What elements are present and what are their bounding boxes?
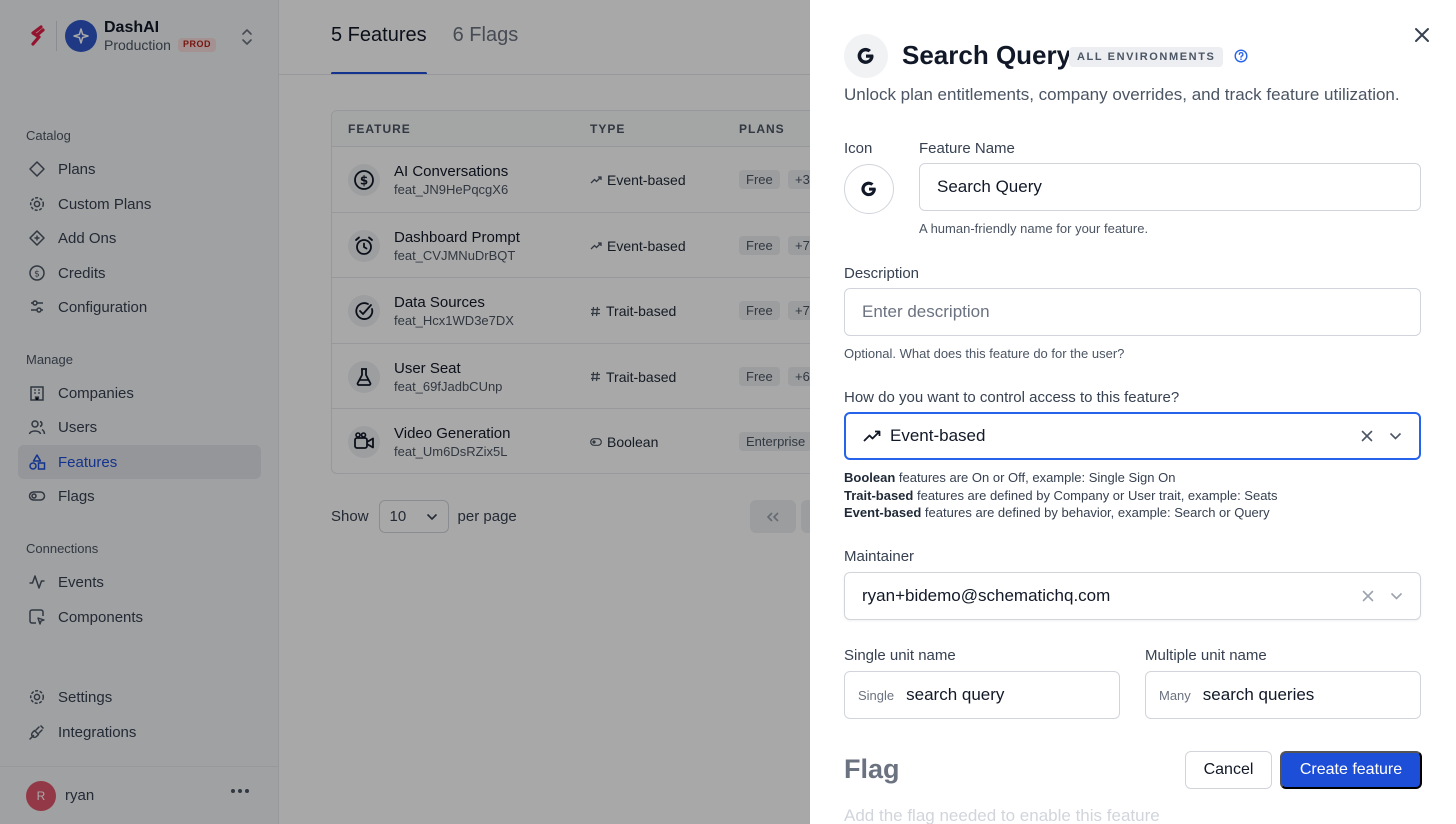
single-unit-input[interactable]: Single — [844, 671, 1120, 719]
description-input[interactable] — [844, 288, 1421, 336]
single-unit-label: Single unit name — [844, 647, 956, 664]
description-hint: Optional. What does this feature do for … — [844, 346, 1125, 361]
feature-name-hint: A human-friendly name for your feature. — [919, 221, 1149, 236]
access-control-label: How do you want to control access to thi… — [844, 389, 1180, 406]
chevron-down-icon[interactable] — [1390, 592, 1403, 600]
help-circle-icon[interactable] — [1234, 49, 1248, 68]
feature-name-text[interactable] — [937, 177, 1403, 197]
cancel-button[interactable]: Cancel — [1185, 751, 1272, 789]
modal-backdrop[interactable] — [0, 0, 810, 824]
feature-name-label: Feature Name — [919, 140, 1015, 157]
trend-up-icon — [863, 430, 881, 442]
clear-icon[interactable] — [1361, 430, 1373, 442]
legend-trait-based: Trait-based features are defined by Comp… — [844, 487, 1278, 503]
create-feature-drawer: Search Query ALL ENVIRONMENTS Unlock pla… — [810, 0, 1456, 824]
flag-section-title: Flag — [844, 754, 900, 784]
multiple-unit-label: Multiple unit name — [1145, 647, 1267, 664]
maintainer-select[interactable]: ryan+bidemo@schematichq.com — [844, 572, 1421, 620]
google-icon — [861, 181, 876, 197]
chevron-down-icon[interactable] — [1389, 432, 1402, 440]
single-unit-text[interactable] — [906, 685, 1102, 705]
drawer-subtitle: Unlock plan entitlements, company overri… — [844, 85, 1400, 104]
flag-section-hint: Add the flag needed to enable this featu… — [844, 806, 1160, 824]
multiple-unit-text[interactable] — [1202, 685, 1403, 705]
google-icon — [844, 34, 888, 78]
clear-icon[interactable] — [1362, 590, 1374, 602]
create-feature-button[interactable]: Create feature — [1280, 751, 1422, 789]
feature-type-value: Event-based — [890, 426, 986, 445]
environment-scope-badge: ALL ENVIRONMENTS — [1069, 47, 1224, 67]
maintainer-label: Maintainer — [844, 548, 915, 565]
multiple-unit-prefix: Many — [1159, 687, 1191, 703]
multiple-unit-input[interactable]: Many — [1145, 671, 1421, 719]
icon-label: Icon — [844, 140, 873, 157]
legend-boolean: Boolean features are On or Off, example:… — [844, 470, 1176, 485]
drawer-title: Search Query — [902, 40, 1072, 70]
feature-type-legend: Boolean features are On or Off, example:… — [844, 469, 1278, 522]
description-text[interactable] — [862, 302, 1403, 322]
single-unit-prefix: Single — [858, 687, 895, 703]
close-icon[interactable] — [1412, 25, 1432, 45]
legend-event-based: Event-based features are defined by beha… — [844, 505, 1270, 520]
description-label: Description — [844, 265, 920, 282]
maintainer-value: ryan+bidemo@schematichq.com — [862, 586, 1111, 605]
icon-picker[interactable] — [844, 164, 894, 214]
feature-type-select[interactable]: Event-based — [844, 412, 1421, 460]
feature-name-input[interactable] — [919, 163, 1421, 211]
